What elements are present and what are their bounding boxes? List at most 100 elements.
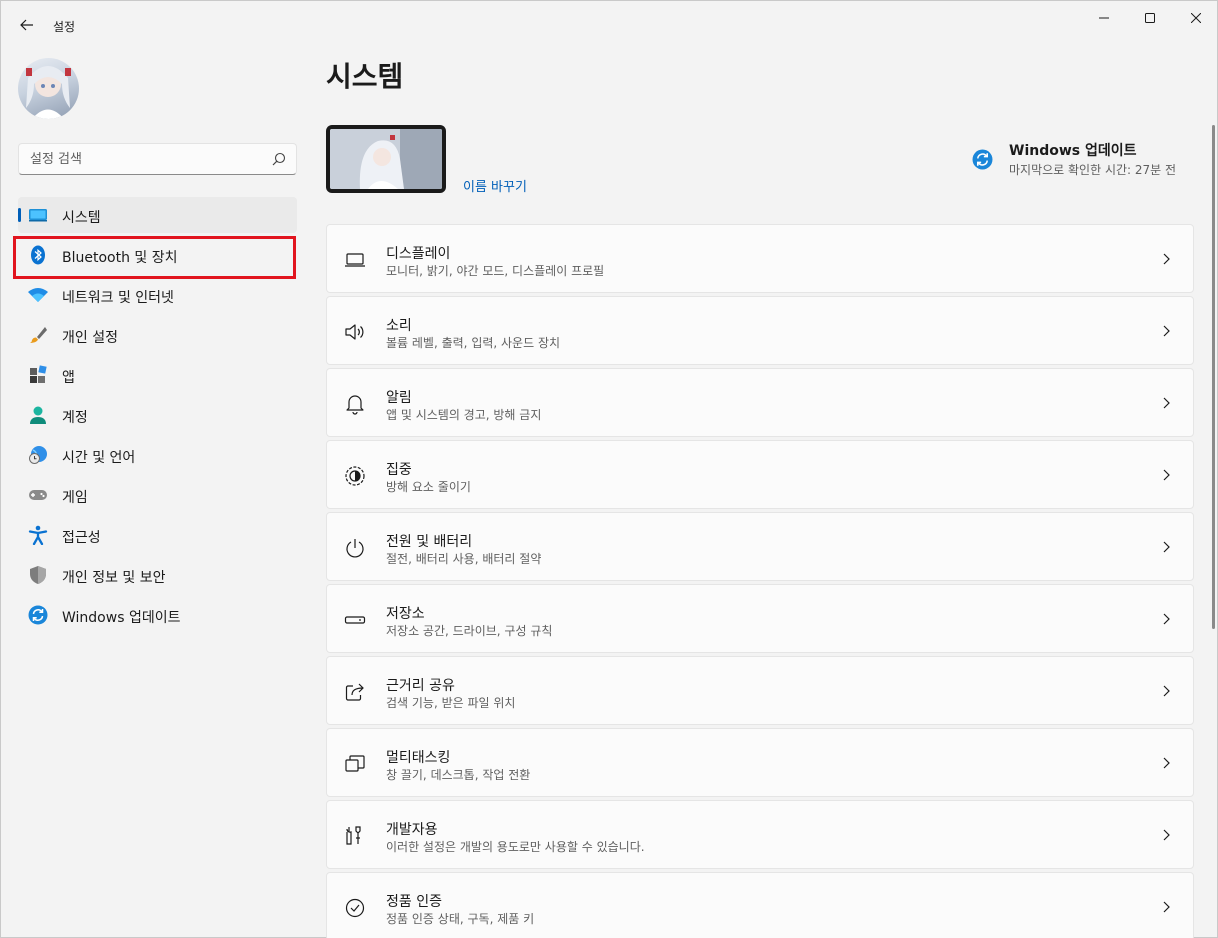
settings-card-nearby-sharing[interactable]: 근거리 공유 검색 기능, 받은 파일 위치: [326, 656, 1194, 725]
card-description: 모니터, 밝기, 야간 모드, 디스플레이 프로필: [386, 264, 605, 278]
sidebar-item-accessibility[interactable]: 접근성: [18, 517, 297, 553]
minimize-button[interactable]: [1081, 1, 1127, 35]
chevron-right-icon: [1163, 901, 1170, 913]
chevron-right-icon: [1163, 829, 1170, 841]
chevron-right-icon: [1163, 397, 1170, 409]
bell-icon: [346, 395, 364, 415]
sidebar-item-accounts[interactable]: 계정: [18, 397, 297, 433]
search-box[interactable]: [18, 143, 297, 175]
card-description: 앱 및 시스템의 경고, 방해 금지: [386, 408, 542, 422]
settings-card-power[interactable]: 전원 및 배터리 절전, 배터리 사용, 배터리 절약: [326, 512, 1194, 581]
activation-icon: [345, 898, 365, 918]
chevron-right-icon: [1163, 325, 1170, 337]
settings-card-developers[interactable]: 개발자용 이러한 설정은 개발의 용도로만 사용할 수 있습니다.: [326, 800, 1194, 869]
card-title: 저장소: [386, 606, 425, 622]
sidebar-item-privacy[interactable]: 개인 정보 및 보안: [18, 557, 297, 593]
sidebar-item-windows-update[interactable]: Windows 업데이트: [18, 597, 297, 633]
sidebar-item-label: Windows 업데이트: [62, 610, 181, 626]
sidebar-item-personalization[interactable]: 개인 설정: [18, 317, 297, 353]
chevron-right-icon: [1163, 469, 1170, 481]
back-arrow-icon: [20, 19, 33, 31]
settings-card-sound[interactable]: 소리 볼륨 레벨, 출력, 입력, 사운드 장치: [326, 296, 1194, 365]
card-description: 절전, 배터리 사용, 배터리 절약: [386, 552, 542, 566]
storage-icon: [344, 616, 366, 624]
settings-card-multitasking[interactable]: 멀티태스킹 창 끌기, 데스크톱, 작업 전환: [326, 728, 1194, 797]
settings-card-activation[interactable]: 정품 인증 정품 인증 상태, 구독, 제품 키: [326, 872, 1194, 938]
rename-pc-link[interactable]: 이름 바꾸기: [463, 176, 527, 195]
card-description: 볼륨 레벨, 출력, 입력, 사운드 장치: [386, 336, 561, 350]
windows-update-link[interactable]: Windows 업데이트: [1009, 140, 1137, 160]
maximize-button[interactable]: [1127, 1, 1173, 35]
scrollbar-thumb[interactable]: [1212, 125, 1215, 629]
shield-icon: [30, 566, 46, 584]
sidebar-item-system[interactable]: 시스템: [18, 197, 297, 233]
brush-icon: [30, 327, 47, 343]
last-checked-text: 마지막으로 확인한 시간: 27분 전: [1009, 163, 1177, 177]
settings-window: 설정 설정 검색 시스템 Bluetooth 및 장치 네트워크 및 인터넷 개…: [0, 0, 1218, 938]
highlight-annotation: [13, 236, 296, 279]
sidebar-item-label: 개인 설정: [62, 330, 118, 346]
system-icon: [29, 209, 47, 222]
settings-card-focus[interactable]: 집중 방해 요소 줄이기: [326, 440, 1194, 509]
card-description: 방해 요소 줄이기: [386, 480, 471, 494]
multitask-icon: [345, 755, 365, 772]
sidebar-item-time-language[interactable]: 시간 및 언어: [18, 437, 297, 473]
card-title: 정품 인증: [386, 894, 442, 910]
settings-card-display[interactable]: 디스플레이 모니터, 밝기, 야간 모드, 디스플레이 프로필: [326, 224, 1194, 293]
sidebar-item-label: 계정: [62, 410, 88, 426]
speaker-icon: [345, 324, 364, 340]
sidebar-item-label: 접근성: [62, 530, 101, 546]
sidebar-item-apps[interactable]: 앱: [18, 357, 297, 393]
focus-icon: [345, 466, 365, 486]
avatar-image: [26, 66, 71, 119]
card-description: 정품 인증 상태, 구독, 제품 키: [386, 912, 535, 926]
chevron-right-icon: [1163, 613, 1170, 625]
sidebar-item-label: 시간 및 언어: [62, 450, 136, 466]
user-avatar[interactable]: [18, 58, 79, 119]
card-title: 알림: [386, 390, 412, 406]
wallpaper-image: [330, 129, 442, 189]
developer-icon: [346, 826, 361, 845]
card-description: 이러한 설정은 개발의 용도로만 사용할 수 있습니다.: [386, 840, 645, 854]
accessibility-icon: [28, 525, 48, 545]
update-status-icon: [972, 149, 993, 170]
maximize-icon: [1145, 13, 1155, 23]
chevron-right-icon: [1163, 253, 1170, 265]
title-bar: 설정: [1, 1, 1217, 49]
search-input[interactable]: [30, 150, 260, 168]
chevron-right-icon: [1163, 685, 1170, 697]
back-button[interactable]: [13, 11, 41, 39]
card-description: 창 끌기, 데스크톱, 작업 전환: [386, 768, 531, 782]
share-icon: [345, 683, 364, 701]
card-title: 집중: [386, 462, 412, 478]
minimize-icon: [1099, 17, 1109, 19]
card-title: 소리: [386, 318, 412, 334]
device-thumbnail: [326, 125, 446, 193]
power-icon: [346, 539, 364, 558]
sidebar-item-label: 개인 정보 및 보안: [62, 570, 166, 586]
globe-clock-icon: [29, 446, 47, 464]
settings-card-storage[interactable]: 저장소 저장소 공간, 드라이브, 구성 규칙: [326, 584, 1194, 653]
sidebar-item-label: 앱: [62, 370, 75, 386]
sidebar-item-label: 시스템: [62, 210, 101, 226]
gamepad-icon: [29, 490, 47, 500]
sidebar-item-gaming[interactable]: 게임: [18, 477, 297, 513]
card-title: 근거리 공유: [386, 678, 455, 694]
wifi-icon: [28, 288, 48, 302]
settings-card-notifications[interactable]: 알림 앱 및 시스템의 경고, 방해 금지: [326, 368, 1194, 437]
sidebar-item-label: 네트워크 및 인터넷: [62, 290, 174, 306]
close-button[interactable]: [1173, 1, 1218, 35]
card-description: 검색 기능, 받은 파일 위치: [386, 696, 516, 710]
account-icon: [30, 406, 46, 424]
chevron-right-icon: [1163, 757, 1170, 769]
sidebar-item-label: 게임: [62, 490, 88, 506]
settings-card-list: 디스플레이 모니터, 밝기, 야간 모드, 디스플레이 프로필 소리 볼륨 레벨…: [326, 224, 1194, 938]
apps-icon: [30, 365, 47, 383]
sidebar-item-network[interactable]: 네트워크 및 인터넷: [18, 277, 297, 313]
card-title: 개발자용: [386, 822, 438, 838]
display-icon: [345, 253, 365, 267]
page-title: 시스템: [326, 60, 404, 93]
desktop-wallpaper-preview: [330, 129, 442, 189]
close-icon: [1191, 13, 1201, 23]
search-icon[interactable]: [272, 152, 286, 166]
